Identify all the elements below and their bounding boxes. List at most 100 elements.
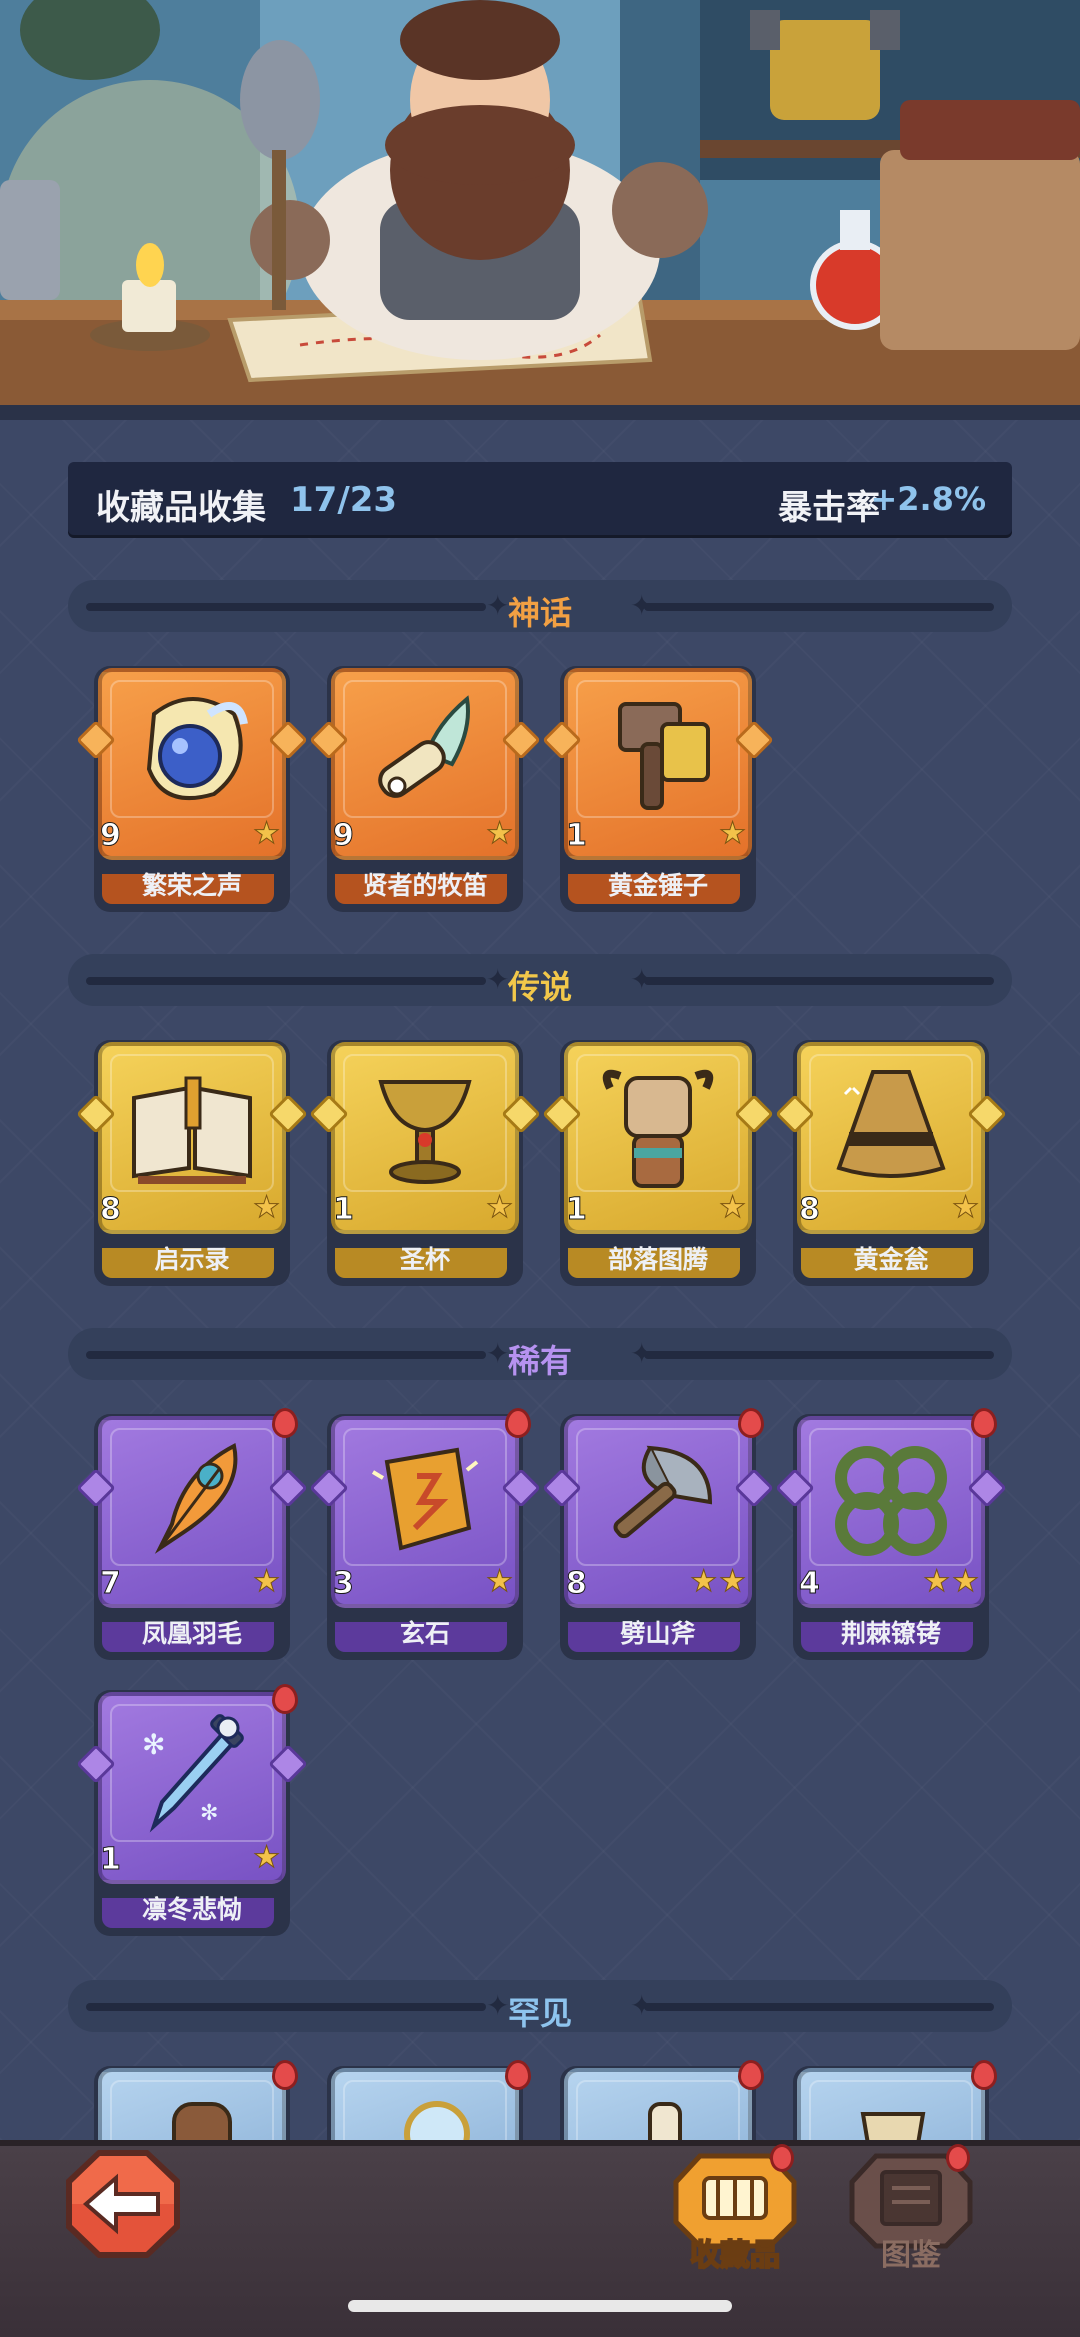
chalice-icon [378,1080,472,1184]
item-name: 启示录 [154,1245,230,1274]
crit-rate-label: 暴击率 [778,488,880,528]
notification-dot [505,2060,531,2090]
star-icon: ★ [253,1564,281,1599]
collection-count: 17/23 [290,480,398,520]
collectible-card[interactable]: 8 ★ ★ 劈山斧 [542,1408,774,1660]
hero-banner [0,0,1080,420]
item-level: 8 [566,1566,588,1602]
star-icon: ★ [690,1564,718,1599]
section-label: 神话 [507,594,572,632]
urn-icon [836,1070,946,1178]
star-rating: ★ [253,1564,281,1599]
notification-dot [272,1408,298,1438]
svg-text:✻: ✻ [200,1801,218,1826]
crit-rate-value: +2.8% [870,480,986,518]
section-header-uncommon: ✦ ✦ 罕见 [68,1980,1012,2032]
totem-icon [602,1069,714,1188]
item-level: 8 [100,1192,122,1228]
item-level: 1 [100,1842,122,1878]
thorn-shackles-icon [835,1446,947,1556]
nav-label: 图鉴 [881,2238,941,2273]
star-rating: ★ [253,1841,281,1874]
section-header-mythic: ✦ ✦ 神话 [68,580,1012,632]
home-indicator[interactable] [348,2300,732,2312]
star-icon: ★ [253,816,281,851]
star-rating: ★ ★ [923,1564,980,1599]
item-name: 圣杯 [399,1245,450,1274]
collectible-card[interactable]: 9 ★ 繁荣之声 [76,666,308,912]
nav-tab-collectibles[interactable]: 收藏品 [660,2142,810,2292]
notification-dot [738,2060,764,2090]
section-label: 罕见 [507,1994,572,2032]
item-level: 9 [100,818,122,854]
item-name: 黄金锤子 [607,871,708,900]
notification-dot [272,1684,298,1714]
item-name: 荆棘镣铐 [840,1619,941,1648]
star-icon: ★ [486,816,514,851]
star-icon: ★ [253,1190,281,1225]
collectible-card[interactable]: 1 ★ 黄金锤子 [542,666,774,912]
star-rating: ★ [486,816,514,851]
star-icon: ★ [719,1564,747,1599]
collection-title: 收藏品收集 [96,488,266,528]
star-icon: ★ [923,1564,951,1599]
item-name: 凛冬悲恸 [141,1895,242,1924]
collectible-card[interactable]: 9 ★ 贤者的牧笛 [309,666,541,912]
collectible-card[interactable]: 1 ★ 部落图腾 [542,1040,774,1286]
collectible-card[interactable]: 1 ★ 圣杯 [309,1040,541,1286]
star-rating: ★ [486,1190,514,1225]
notification-dot [971,2060,997,2090]
orb-icon [146,697,248,801]
item-level: 3 [333,1566,355,1602]
item-level: 8 [799,1192,821,1228]
item-level: 1 [333,1192,355,1228]
section-label: 传说 [507,968,572,1006]
collectible-card[interactable]: 8 ★ 黄金瓮 [775,1040,1007,1286]
collectible-card[interactable]: 8 ★ 启示录 [76,1040,308,1286]
frost-sword-icon: ✻ ✻ [142,1714,244,1833]
star-icon: ★ [486,1564,514,1599]
svg-text:✻: ✻ [142,1728,165,1761]
hammer-icon [618,702,710,810]
notification-dot [946,2144,970,2172]
collectible-card[interactable]: ✻ ✻ 1 ★ 凛冬悲恸 [76,1684,308,1936]
star-rating: ★ [952,1191,980,1224]
star-icon: ★ [952,1564,980,1599]
item-level: 7 [100,1566,122,1602]
star-rating: ★ [253,1190,281,1225]
star-icon: ★ [486,1190,514,1225]
star-rating: ★ ★ [690,1564,747,1599]
back-button[interactable] [62,2146,184,2262]
item-level: 1 [566,1192,588,1228]
nav-tab-codex[interactable]: 图鉴 [836,2142,986,2292]
section-header-rare: ✦ ✦ 稀有 [68,1328,1012,1380]
collection-summary-bar: 收藏品收集 17/23 暴击率 +2.8% [68,462,1012,538]
notification-dot [505,1408,531,1438]
flute-icon [378,695,470,798]
axe-icon [613,1445,713,1539]
section-label: 稀有 [507,1342,572,1380]
item-name: 贤者的牧笛 [362,871,488,900]
item-level: 4 [799,1566,821,1602]
star-rating: ★ [719,817,747,850]
notification-dot [770,2144,794,2172]
item-level: 1 [566,818,588,854]
item-name: 凤凰羽毛 [141,1619,242,1648]
item-name: 劈山斧 [620,1619,696,1648]
item-name: 黄金瓮 [853,1245,929,1274]
item-name: 繁荣之声 [141,871,242,900]
item-name: 部落图腾 [607,1245,708,1274]
notification-dot [971,1408,997,1438]
nav-label: 收藏品 [689,2237,781,2274]
back-arrow-icon [66,2150,180,2258]
star-rating: ★ [486,1564,514,1599]
book-icon [132,1076,252,1184]
star-rating: ★ [253,816,281,851]
collectible-card[interactable]: 7 ★ 凤凰羽毛 [76,1408,308,1660]
item-level: 9 [333,818,355,854]
rune-stone-icon [371,1447,479,1551]
collectible-card[interactable]: 4 ★ ★ 荆棘镣铐 [775,1408,1007,1660]
notification-dot [272,2060,298,2090]
collectible-card[interactable]: 3 ★ 玄石 [309,1408,541,1660]
star-icon: ★ [719,1190,747,1225]
